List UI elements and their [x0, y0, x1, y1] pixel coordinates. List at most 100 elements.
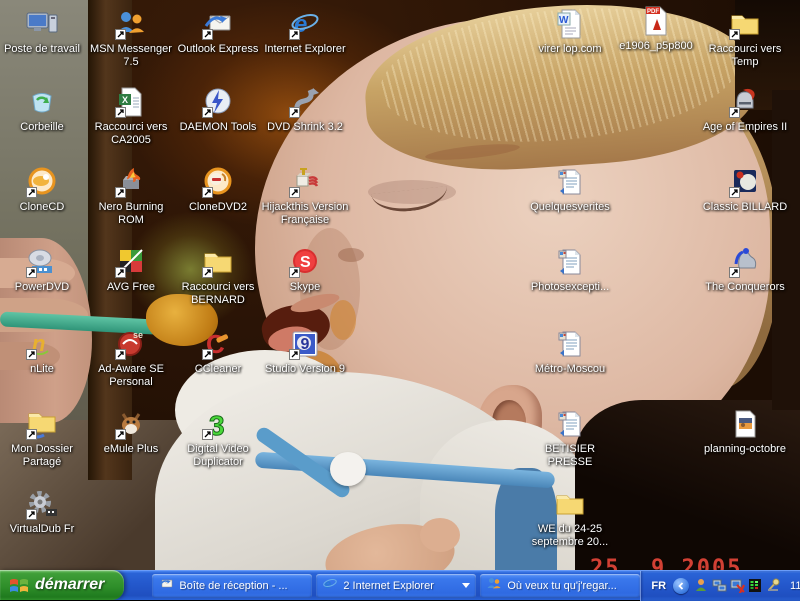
folder-icon	[729, 8, 761, 40]
desktop-icon-poste-de-travail[interactable]: Poste de travail	[0, 8, 88, 56]
desktop-icon-e1906-p5p800[interactable]: PDFe1906_p5p800	[610, 5, 702, 53]
traffic-meter-icon[interactable]	[748, 578, 763, 593]
shortcut-arrow-icon	[729, 187, 740, 198]
desktop-icon-dvd-shrink-3-2[interactable]: DVD Shrink 3.2	[259, 86, 351, 134]
desktop-icon-label: Mon Dossier Partagé	[0, 443, 88, 469]
nero-icon	[115, 166, 147, 198]
shortcut-arrow-icon	[26, 187, 37, 198]
desktop-icon-label: CloneCD	[20, 201, 65, 214]
shortcut-arrow-icon	[202, 429, 213, 440]
msn-messenger-icon	[115, 8, 147, 40]
desktop-icon-clonedvd2[interactable]: CloneDVD2	[172, 166, 264, 214]
desktop-icon-virtualdub-fr[interactable]: VirtualDub Fr	[0, 488, 88, 536]
desktop-icon-label: MSN Messenger 7.5	[85, 43, 177, 69]
shortcut-arrow-icon	[289, 187, 300, 198]
desktop-icon-powerdvd[interactable]: PowerDVD	[0, 246, 88, 294]
windows-logo-icon	[9, 576, 29, 594]
desktop-icon-label: Digital Video Duplicator	[172, 443, 264, 469]
shortcut-arrow-icon	[115, 267, 126, 278]
desktop-icon-label: Age of Empires II	[703, 121, 787, 134]
taskbar-button-boite-de-reception[interactable]: Boîte de réception - ...	[152, 574, 312, 598]
ccleaner-icon: C	[202, 328, 234, 360]
shortcut-arrow-icon	[26, 349, 37, 360]
desktop-icon-label: CloneDVD2	[189, 201, 247, 214]
desktop-icon-classic-billard[interactable]: Classic BILLARD	[699, 166, 791, 214]
shortcut-arrow-icon	[202, 107, 213, 118]
hide-icons-chevron[interactable]	[673, 578, 689, 594]
desktop-icon-quelquesverites[interactable]: Quelquesverites	[524, 166, 616, 214]
shortcut-arrow-icon	[202, 349, 213, 360]
desktop-icon-photosexcepti[interactable]: Photosexcepti...	[524, 246, 616, 294]
desktop-icon-raccourci-vers-bernard[interactable]: Raccourci vers BERNARD	[172, 246, 264, 307]
desktop-icon-we-du-24-25-septembre-20[interactable]: WE du 24-25 septembre 20...	[524, 488, 616, 549]
desktop-icon-the-conquerors[interactable]: The Conquerors	[699, 246, 791, 294]
aoe2-icon	[729, 86, 761, 118]
shared-folder-icon	[26, 408, 58, 440]
desktop-icon-digital-video-duplicator[interactable]: 3Digital Video Duplicator	[172, 408, 264, 469]
desktop-icon-planning-octobre[interactable]: planning-octobre	[699, 408, 791, 456]
desktop-icon-label: eMule Plus	[104, 443, 158, 456]
folder-icon	[554, 488, 586, 520]
desktop-icon-label: Raccourci vers CA2005	[85, 121, 177, 147]
start-button[interactable]: démarrer	[0, 570, 124, 600]
computer-icon	[26, 8, 58, 40]
network-connections-icon[interactable]	[712, 578, 727, 593]
studio9-icon: 9	[289, 328, 321, 360]
desktop-icon-outlook-express[interactable]: Outlook Express	[172, 8, 264, 56]
desktop-icon-ad-aware-se-personal[interactable]: seAd-Aware SE Personal	[85, 328, 177, 389]
desktop-icon-virer-lop-com[interactable]: Wvirer lop.com	[524, 8, 616, 56]
desktop-icon-internet-explorer[interactable]: eInternet Explorer	[259, 8, 351, 56]
billiard-icon	[729, 166, 761, 198]
desktop-icon-ccleaner[interactable]: CCCleaner	[172, 328, 264, 376]
desktop-icon-raccourci-vers-temp[interactable]: Raccourci vers Temp	[699, 8, 791, 69]
svg-text:9: 9	[301, 336, 310, 353]
desktop-icon-label: BETISIER PRESSE	[524, 443, 616, 469]
avg-icon	[115, 246, 147, 278]
svg-text:W: W	[559, 15, 569, 26]
taskbar: démarrer Boîte de réception - ... e2 Inte…	[0, 570, 800, 600]
desktop-icon-hijackthis-version-francaise[interactable]: Hijackthis Version Française	[259, 166, 351, 227]
text-doc-icon	[554, 246, 586, 278]
desktop-icon-avg-free[interactable]: AVG Free	[85, 246, 177, 294]
desktop-icon-corbeille[interactable]: Corbeille	[0, 86, 88, 134]
desktop-icon-raccourci-vers-ca2005[interactable]: X Raccourci vers CA2005	[85, 86, 177, 147]
shortcut-arrow-icon	[202, 267, 213, 278]
desktop-icon-clonecd[interactable]: CloneCD	[0, 166, 88, 214]
shortcut-arrow-icon	[729, 107, 740, 118]
shortcut-arrow-icon	[115, 29, 126, 40]
excel-doc-icon: X	[115, 86, 147, 118]
svg-text:X: X	[122, 95, 128, 105]
tray-icons	[694, 578, 781, 593]
desktop-icon-studio-version-9[interactable]: 9Studio Version 9	[259, 328, 351, 376]
system-tray: FR 11:28	[640, 571, 800, 601]
desktop-icon-skype[interactable]: SSkype	[259, 246, 351, 294]
taskbar-button-2-internet-explorer[interactable]: e2 Internet Explorer	[316, 574, 476, 598]
desktop-icon-label: Métro-Moscou	[535, 363, 605, 376]
taskbar-button-label: Boîte de réception - ...	[179, 580, 306, 592]
messenger-status-icon[interactable]	[694, 578, 709, 593]
conquerors-icon	[729, 246, 761, 278]
desktop-icon-nero-burning-rom[interactable]: Nero Burning ROM	[85, 166, 177, 227]
photo-pacifier	[330, 452, 366, 486]
desktop-icon-label: PowerDVD	[15, 281, 69, 294]
taskbar-button-ou-veux-tu-qu-j-regar[interactable]: Où veux tu qu'j'regar...	[480, 574, 640, 598]
word-doc-icon: W	[554, 8, 586, 40]
shortcut-arrow-icon	[115, 349, 126, 360]
desktop-icon-label: AVG Free	[107, 281, 155, 294]
text-doc-icon	[554, 328, 586, 360]
desktop-icon-label: e1906_p5p800	[619, 40, 692, 53]
desktop-icon-emule-plus[interactable]: eMule Plus	[85, 408, 177, 456]
language-indicator[interactable]: FR	[651, 580, 666, 592]
desktop-icon-nlite[interactable]: nnLite	[0, 328, 88, 376]
dvd-shrink-icon	[289, 86, 321, 118]
desktop-icon-age-of-empires-ii[interactable]: Age of Empires II	[699, 86, 791, 134]
desktop-icon-daemon-tools[interactable]: DAEMON Tools	[172, 86, 264, 134]
photo-thumb	[420, 518, 460, 552]
desktop-icon-betisier-presse[interactable]: BETISIER PRESSE	[524, 408, 616, 469]
desktop-icon-msn-messenger-7-5[interactable]: MSN Messenger 7.5	[85, 8, 177, 69]
desktop-icon-metro-moscou[interactable]: Métro-Moscou	[524, 328, 616, 376]
desktop-icon-label: Raccourci vers BERNARD	[172, 281, 264, 307]
desktop-icon-mon-dossier-partage[interactable]: Mon Dossier Partagé	[0, 408, 88, 469]
task-scheduler-icon[interactable]	[766, 578, 781, 593]
network-offline-icon[interactable]	[730, 578, 745, 593]
